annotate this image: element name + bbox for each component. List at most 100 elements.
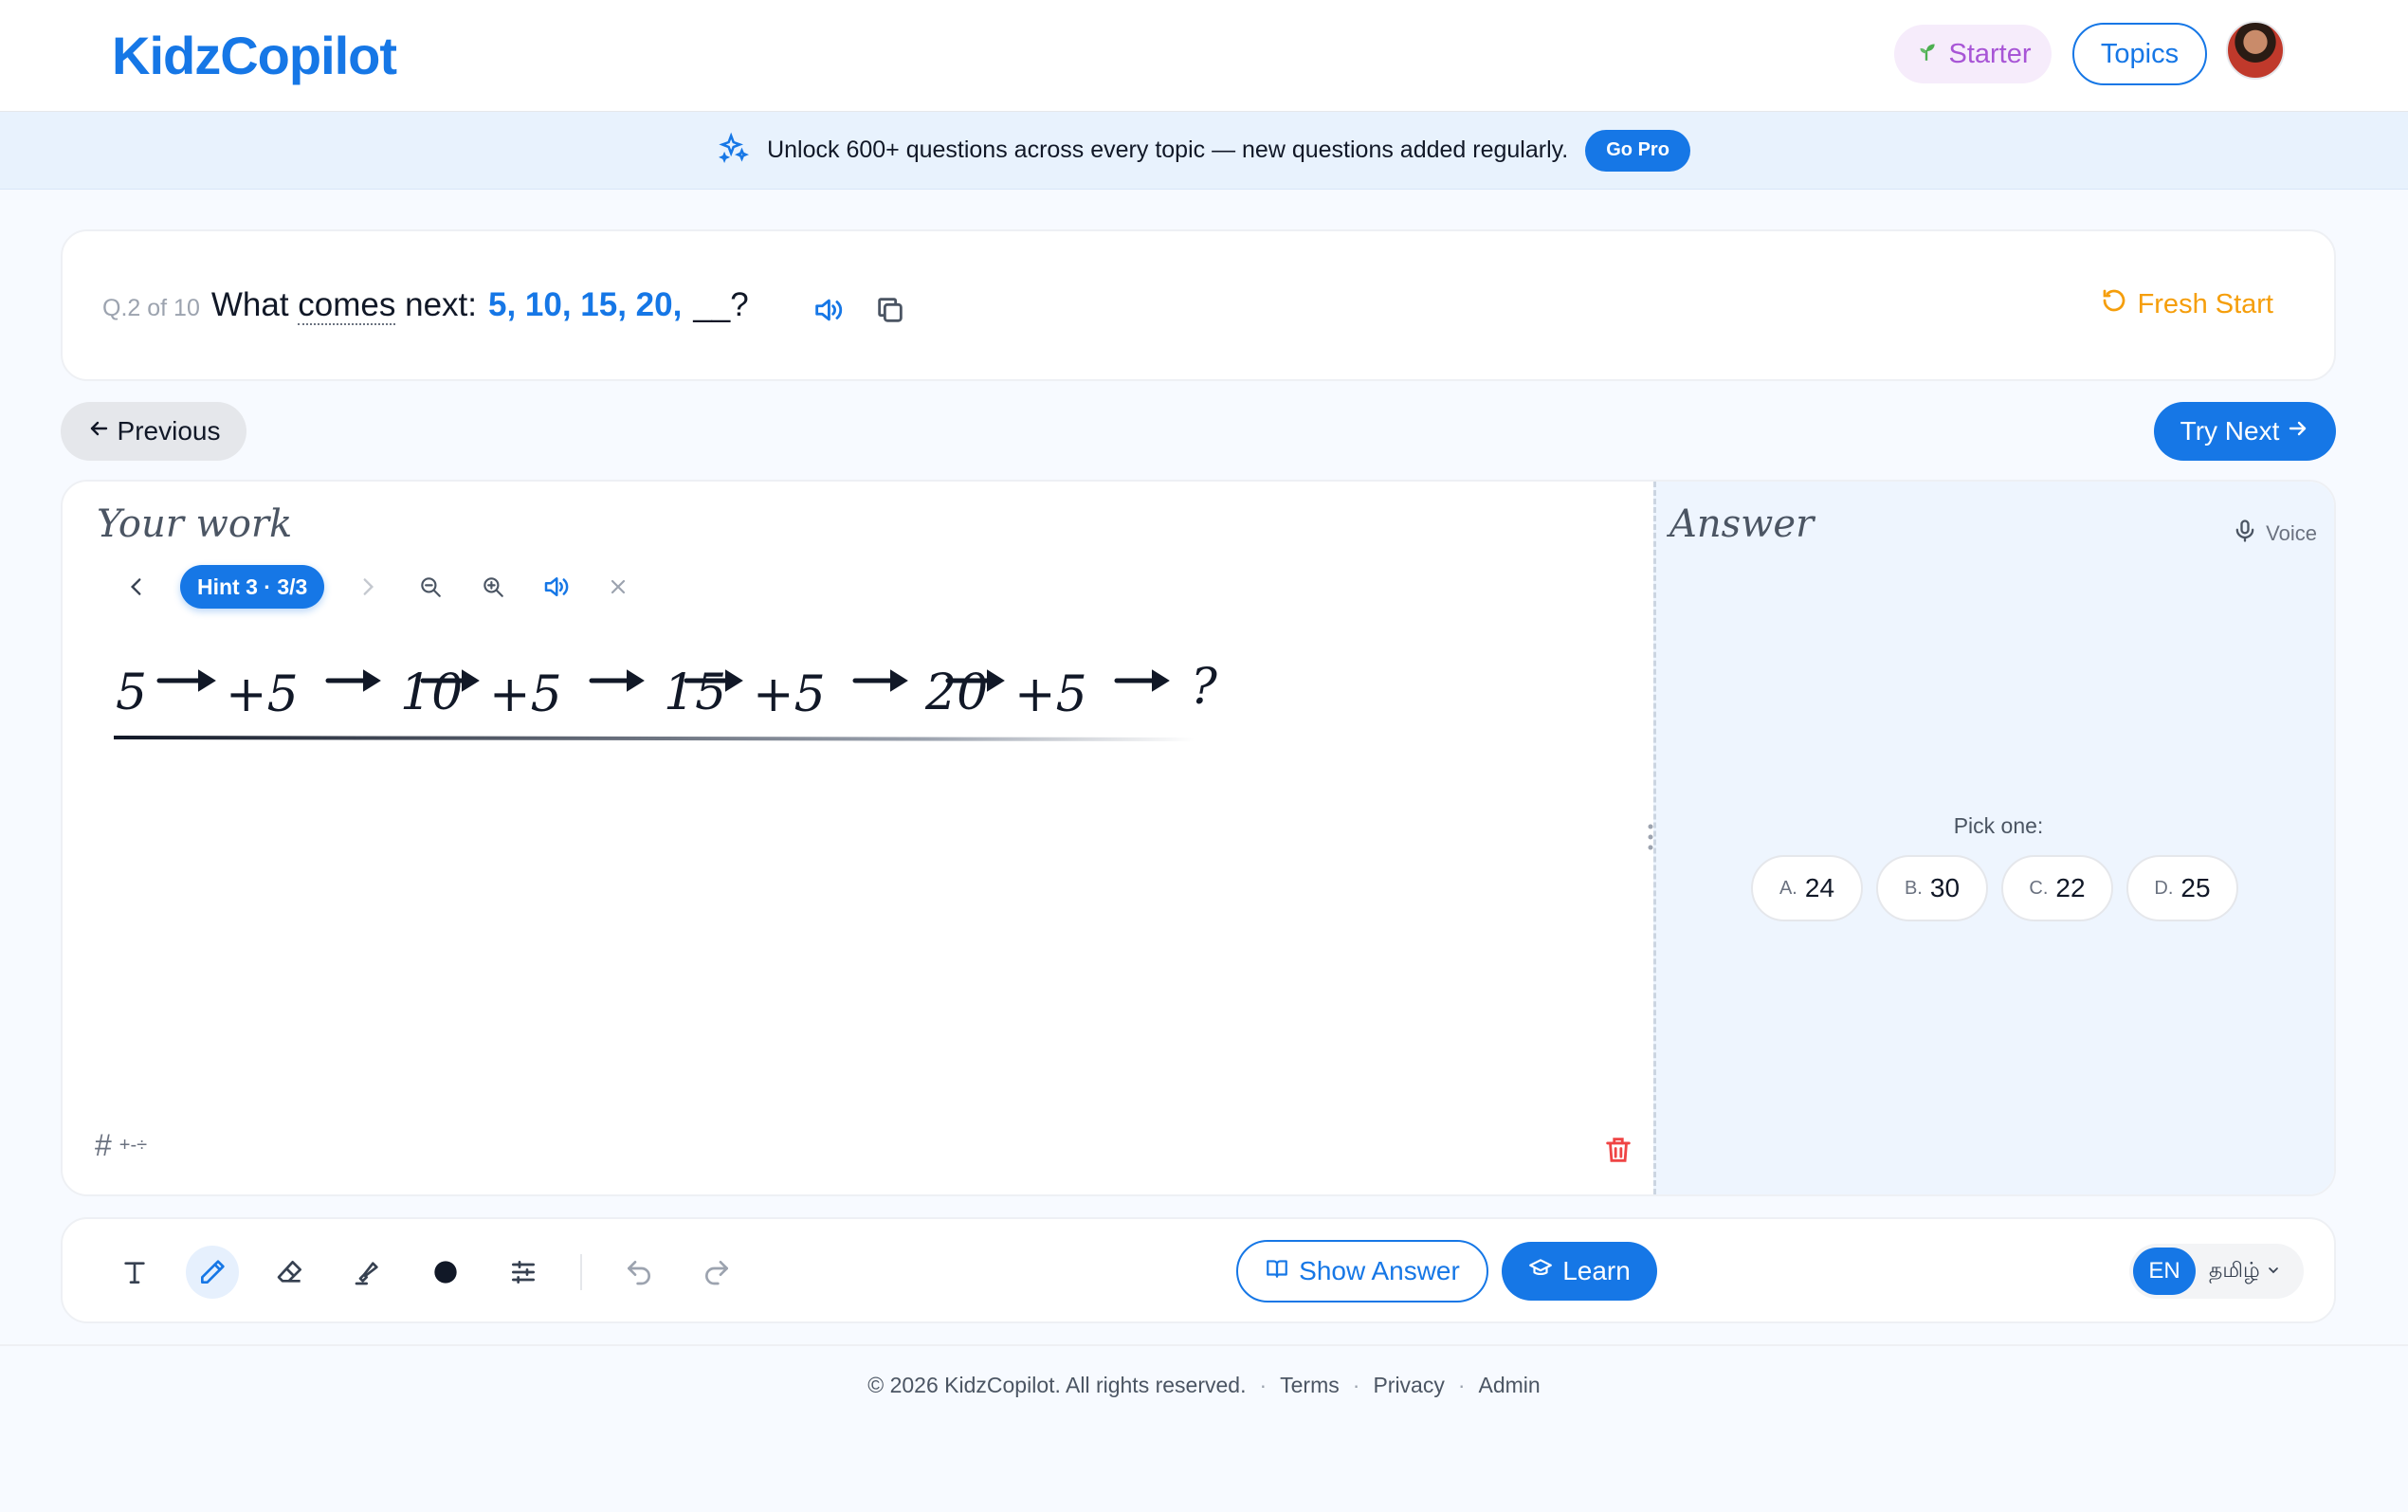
answer-panel: Answer Voice Pick one: A. 24 B. 30 C. 22… [1653,482,2334,1194]
answer-title: Answer [1669,502,1815,546]
choice-b[interactable]: B. 30 [1876,855,1988,921]
plan-label: Starter [1948,38,2032,69]
redo-icon[interactable] [690,1246,743,1299]
toolbar-divider [580,1254,582,1290]
vocab-word[interactable]: comes [298,286,396,325]
logo[interactable]: KidzCopilot [112,25,397,86]
zoom-in-icon[interactable] [474,568,512,606]
admin-link[interactable]: Admin [1479,1373,1541,1398]
book-icon [1265,1256,1289,1287]
show-answer-label: Show Answer [1299,1256,1460,1285]
terms-link[interactable]: Terms [1280,1373,1340,1398]
sprout-icon [1914,38,1939,70]
choice-letter: C. [2029,877,2049,899]
copy-icon[interactable] [874,294,906,331]
voice-label: Voice [2266,521,2317,545]
drawing-toolbar: Show Answer Learn EN தமிழ் [61,1217,2336,1323]
lang-other-select[interactable]: தமிழ் [2209,1258,2281,1285]
question-card: Q.2 of 10 What comes next: 5, 10, 15, 20… [61,229,2336,381]
work-panel: Your work Hint 3 · 3/3 5 +5 10 +5 15 +5 … [61,480,2336,1196]
fresh-start-button[interactable]: Fresh Start [2100,286,2273,322]
show-answer-button[interactable]: Show Answer [1236,1240,1488,1303]
reset-icon [2100,286,2128,322]
text-tool-icon[interactable] [108,1246,161,1299]
top-header: KidzCopilot Starter Topics [0,0,2408,112]
hw-step: +5 [489,666,562,723]
plan-badge[interactable]: Starter [1894,25,2052,83]
undo-icon[interactable] [612,1246,666,1299]
ops-label: +-÷ [119,1135,148,1156]
promo-text: Unlock 600+ questions across every topic… [767,137,1569,163]
pick-label: Pick one: [1953,813,2044,838]
previous-label: Previous [117,416,221,446]
hint-pill[interactable]: Hint 3 · 3/3 [180,565,325,609]
microphone-icon [2232,518,2258,550]
pen-tool-icon[interactable] [186,1246,239,1299]
work-canvas[interactable]: Your work Hint 3 · 3/3 5 +5 10 +5 15 +5 … [63,482,1653,1194]
question-blank: __? [693,286,749,323]
hw-step: +5 [753,666,826,723]
work-title: Your work [97,502,293,546]
promo-banner: Unlock 600+ questions across every topic… [0,112,2408,190]
footer-divider [0,1344,2408,1346]
choice-c[interactable]: C. 22 [2001,855,2113,921]
question-line: Q.2 of 10 What comes next: 5, 10, 15, 20… [102,286,749,325]
lang-other-label: தமிழ் [2209,1257,2260,1282]
hw-unknown: ? [1191,659,1218,716]
chevron-left-icon[interactable] [118,568,155,606]
footer-separator: · [1259,1373,1268,1397]
number-tools[interactable]: # +-÷ [95,1128,147,1163]
arrow-right-icon [2287,416,2309,446]
chevron-right-icon[interactable] [349,568,387,606]
topics-button[interactable]: Topics [2072,23,2207,85]
lang-en-button[interactable]: EN [2133,1248,2196,1295]
speaker-icon[interactable] [812,294,844,331]
question-counter: Q.2 of 10 [102,295,200,321]
learn-label: Learn [1562,1256,1631,1285]
choice-a[interactable]: A. 24 [1751,855,1863,921]
choice-value: 25 [2180,873,2211,902]
close-icon[interactable] [599,568,637,606]
privacy-link[interactable]: Privacy [1373,1373,1444,1398]
question-sequence: 5, 10, 15, 20, [488,286,683,323]
hw-step: +5 [1014,666,1087,723]
question-icons [812,294,906,331]
trash-icon[interactable] [1602,1134,1634,1171]
fresh-start-label: Fresh Start [2137,288,2273,319]
answer-choices: A. 24 B. 30 C. 22 D. 25 [1751,855,2238,921]
handwritten-work: 5 +5 10 +5 15 +5 20 +5 ? [113,659,1218,741]
zoom-out-icon[interactable] [411,568,449,606]
sliders-icon[interactable] [497,1246,550,1299]
color-swatch[interactable] [419,1246,472,1299]
try-next-button[interactable]: Try Next [2154,402,2336,461]
choice-letter: D. [2154,877,2174,899]
hw-num: 10 [400,665,463,721]
try-next-label: Try Next [2180,416,2280,446]
highlighter-tool-icon[interactable] [341,1246,394,1299]
tool-group [108,1246,743,1299]
hw-step: +5 [226,666,299,723]
learn-button[interactable]: Learn [1502,1242,1657,1301]
question-prefix: What comes next: [210,286,478,325]
copyright: © 2026 KidzCopilot. All rights reserved. [867,1373,1247,1397]
choice-value: 30 [1929,873,1961,902]
choice-value: 22 [2055,873,2086,902]
footer-separator: · [1457,1373,1466,1397]
hint-bar: Hint 3 · 3/3 [118,565,637,609]
language-switch: EN தமிழ் [2129,1244,2304,1299]
footer: © 2026 KidzCopilot. All rights reserved.… [0,1373,2408,1398]
avatar[interactable] [2226,21,2285,80]
hint-speaker-icon[interactable] [537,568,575,606]
choice-letter: A. [1779,877,1797,899]
hash-icon: # [95,1128,112,1162]
choice-d[interactable]: D. 25 [2126,855,2238,921]
graduation-cap-icon [1528,1256,1553,1287]
hw-num: 20 [924,665,988,721]
previous-button[interactable]: Previous [61,402,246,461]
footer-separator: · [1352,1373,1360,1397]
choice-letter: B. [1904,877,1923,899]
eraser-tool-icon[interactable] [264,1246,317,1299]
go-pro-button[interactable]: Go Pro [1585,129,1690,172]
hw-num: 15 [664,665,726,721]
voice-button[interactable]: Voice [2232,518,2317,550]
